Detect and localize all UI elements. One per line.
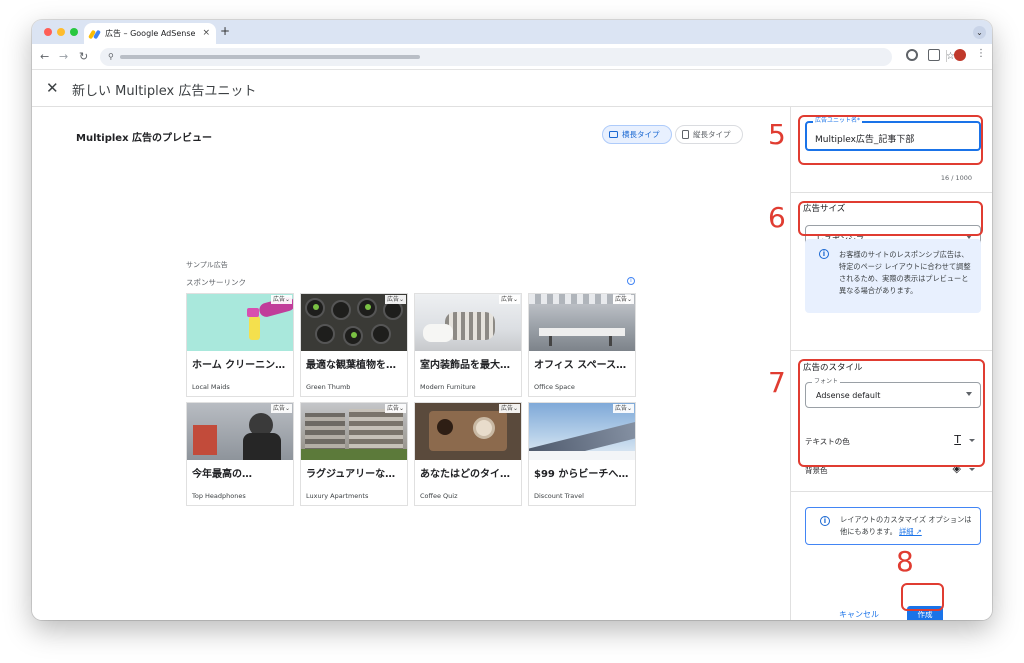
annotation-number-6: 6 <box>768 201 786 234</box>
ad-card[interactable]: 広告⌄ あなたはどのタイ… Coffee Quiz <box>414 402 522 506</box>
ad-title: ラグジュアリーな… <box>306 469 396 480</box>
ad-title: $99 からビーチへ… <box>534 469 629 480</box>
page-header: ✕ 新しい Multiplex 広告ユニット <box>32 70 992 107</box>
close-window-button[interactable] <box>44 28 52 36</box>
tab-title: 広告 – Google AdSense <box>105 29 196 38</box>
ad-advertiser: Modern Furniture <box>420 383 476 391</box>
dropdown-caret-icon <box>969 468 975 471</box>
ad-title: 今年最高の… <box>192 469 252 480</box>
puzzle-extensions-icon[interactable] <box>928 49 940 61</box>
ad-card[interactable]: 広告⌄ ラグジュアリーな… Luxury Apartments <box>300 402 408 506</box>
ad-card[interactable]: 広告⌄ $99 からビーチへ… Discount Travel <box>528 402 636 506</box>
landscape-icon <box>609 131 618 138</box>
portrait-icon <box>682 130 689 139</box>
layout-vertical-button[interactable]: 縦長タイプ <box>675 125 743 144</box>
ad-title: ホーム クリーニン… <box>192 360 286 371</box>
blurred-url <box>120 55 420 59</box>
ad-choice-badge[interactable]: 広告⌄ <box>270 404 292 413</box>
responsive-info-text: お客様のサイトのレスポンシブ広告は、特定のページ レイアウトに合わせて調整される… <box>839 250 971 295</box>
ad-advertiser: Coffee Quiz <box>420 492 458 500</box>
browser-window: 広告 – Google AdSense × + ⌄ ← → ↻ ⚲ ☆ ⋮ ✕ … <box>32 20 992 620</box>
ad-title: オフィス スペース… <box>534 360 627 371</box>
ad-advertiser: Luxury Apartments <box>306 492 369 500</box>
layout-horizontal-label: 横長タイプ <box>622 130 660 139</box>
ad-title: 室内装飾品を最大… <box>420 360 510 371</box>
annotation-box-create <box>901 583 944 611</box>
minimize-window-button[interactable] <box>57 28 65 36</box>
ad-card[interactable]: 広告⌄ オフィス スペース… Office Space <box>528 293 636 397</box>
ad-advertiser: Local Maids <box>192 383 230 391</box>
annotation-box-unit-name <box>798 115 983 165</box>
annotation-box-ad-size <box>798 201 983 236</box>
section-divider <box>791 491 992 492</box>
ad-choice-badge[interactable]: 広告⌄ <box>270 295 292 304</box>
browser-menu-icon[interactable]: ⋮ <box>976 48 986 59</box>
close-icon[interactable]: ✕ <box>46 80 59 96</box>
cancel-button[interactable]: キャンセル <box>839 609 879 620</box>
annotation-number-7: 7 <box>768 366 786 399</box>
section-divider <box>791 192 992 193</box>
back-icon[interactable]: ← <box>40 50 49 64</box>
maximize-window-button[interactable] <box>70 28 78 36</box>
character-count: 16 / 1000 <box>940 174 972 182</box>
customization-text: レイアウトのカスタマイズ オプションは他にもあります。 詳細 ↗ <box>840 515 972 536</box>
preview-title: Multiplex 広告のプレビュー <box>76 133 213 144</box>
ad-card[interactable]: 広告⌄ 室内装飾品を最大… Modern Furniture <box>414 293 522 397</box>
browser-toolbar: ← → ↻ ⚲ ☆ ⋮ <box>32 44 992 70</box>
info-icon: i <box>819 249 829 259</box>
ad-advertiser: Green Thumb <box>306 383 351 391</box>
address-bar[interactable]: ⚲ ☆ <box>100 48 955 66</box>
reload-icon[interactable]: ↻ <box>79 50 88 64</box>
info-icon: i <box>820 516 830 526</box>
ad-choice-badge[interactable]: 広告⌄ <box>612 295 634 304</box>
ad-choice-badge[interactable]: 広告⌄ <box>498 404 520 413</box>
customization-info-card: i レイアウトのカスタマイズ オプションは他にもあります。 詳細 ↗ <box>805 507 981 545</box>
tab-search-button[interactable]: ⌄ <box>973 26 986 39</box>
responsive-info-card: i お客様のサイトのレスポンシブ広告は、特定のページ レイアウトに合わせて調整さ… <box>805 239 981 313</box>
layout-horizontal-button[interactable]: 横長タイプ <box>602 125 672 144</box>
profile-avatar[interactable] <box>954 49 966 61</box>
sample-ad-label: サンプル広告 <box>186 261 228 269</box>
learn-more-link[interactable]: 詳細 ↗ <box>899 527 922 536</box>
tab-close-icon[interactable]: × <box>202 29 210 38</box>
ad-advertiser: Discount Travel <box>534 492 584 500</box>
preview-area: Multiplex 広告のプレビュー 横長タイプ 縦長タイプ サンプル広告 スポ… <box>32 107 790 620</box>
ad-card[interactable]: 広告⌄ ホーム クリーニン… Local Maids <box>186 293 294 397</box>
ad-choice-badge[interactable]: 広告⌄ <box>612 404 634 413</box>
adsense-logo-icon <box>88 29 101 39</box>
layout-vertical-label: 縦長タイプ <box>693 130 731 139</box>
section-divider <box>791 350 992 351</box>
ad-card[interactable]: 広告⌄ 最適な観葉植物を… Green Thumb <box>300 293 408 397</box>
ad-advertiser: Office Space <box>534 383 575 391</box>
site-info-icon[interactable]: ⚲ <box>108 52 114 62</box>
extension-icon[interactable] <box>906 49 918 61</box>
annotation-box-ad-style <box>798 359 985 467</box>
ad-choice-badge[interactable]: 広告⌄ <box>384 295 406 304</box>
toolbar-separator <box>946 50 947 62</box>
annotation-number-8: 8 <box>896 545 914 578</box>
tab-strip: 広告 – Google AdSense × + ⌄ <box>32 20 992 44</box>
sponsored-label: スポンサーリンク <box>186 278 246 287</box>
forward-icon[interactable]: → <box>59 50 68 64</box>
ad-card[interactable]: 広告⌄ 今年最高の… Top Headphones <box>186 402 294 506</box>
ad-title: 最適な観葉植物を… <box>306 360 396 371</box>
ad-choice-badge[interactable]: 広告⌄ <box>498 295 520 304</box>
annotation-number-5: 5 <box>768 118 786 151</box>
ad-choice-badge[interactable]: 広告⌄ <box>384 404 406 413</box>
new-tab-button[interactable]: + <box>220 25 230 37</box>
browser-tab-adsense[interactable]: 広告 – Google AdSense × <box>84 23 216 44</box>
ad-advertiser: Top Headphones <box>192 492 246 500</box>
page-title: 新しい Multiplex 広告ユニット <box>72 84 257 99</box>
ad-title: あなたはどのタイ… <box>420 469 510 480</box>
info-icon[interactable]: i <box>627 277 635 285</box>
